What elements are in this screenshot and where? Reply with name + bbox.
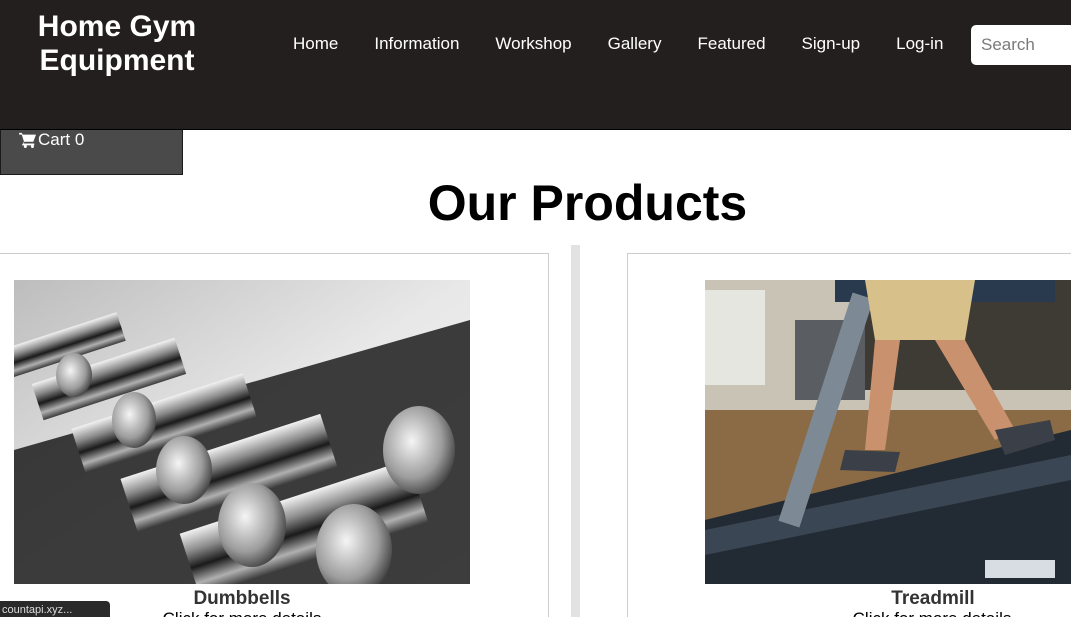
product-name-dumbbells[interactable]: Dumbbells: [142, 588, 342, 610]
cart-label: Cart 0: [38, 130, 85, 149]
logo-line-1: Home Gym: [37, 10, 197, 43]
nav-gallery[interactable]: Gallery: [590, 34, 680, 54]
cart-icon: [19, 132, 36, 148]
nav-home[interactable]: Home: [275, 34, 356, 54]
main-nav: Home Information Workshop Gallery Featur…: [275, 34, 961, 54]
site-logo[interactable]: Home Gym Equipment: [12, 10, 222, 78]
nav-information[interactable]: Information: [356, 34, 477, 54]
dumbbells-image[interactable]: [14, 280, 470, 584]
product-name-treadmill[interactable]: Treadmill: [833, 588, 1033, 610]
nav-featured[interactable]: Featured: [679, 34, 783, 54]
nav-login[interactable]: Log-in: [878, 34, 961, 54]
product-desc-treadmill[interactable]: Click for more details: [812, 609, 1052, 617]
status-badge: countapi.xyz...: [0, 601, 110, 617]
cart-button[interactable]: Cart 0: [0, 130, 183, 175]
nav-signup[interactable]: Sign-up: [784, 34, 879, 54]
site-header: Home Gym Equipment Home Information Work…: [0, 0, 1071, 130]
treadmill-image[interactable]: [705, 280, 1071, 584]
page-title: Our Products: [427, 175, 748, 231]
logo-line-2: Equipment: [39, 44, 195, 77]
search-input[interactable]: [971, 25, 1071, 65]
column-divider: [571, 245, 580, 617]
product-desc-dumbbells[interactable]: Click for more details: [122, 609, 362, 617]
nav-workshop[interactable]: Workshop: [477, 34, 589, 54]
